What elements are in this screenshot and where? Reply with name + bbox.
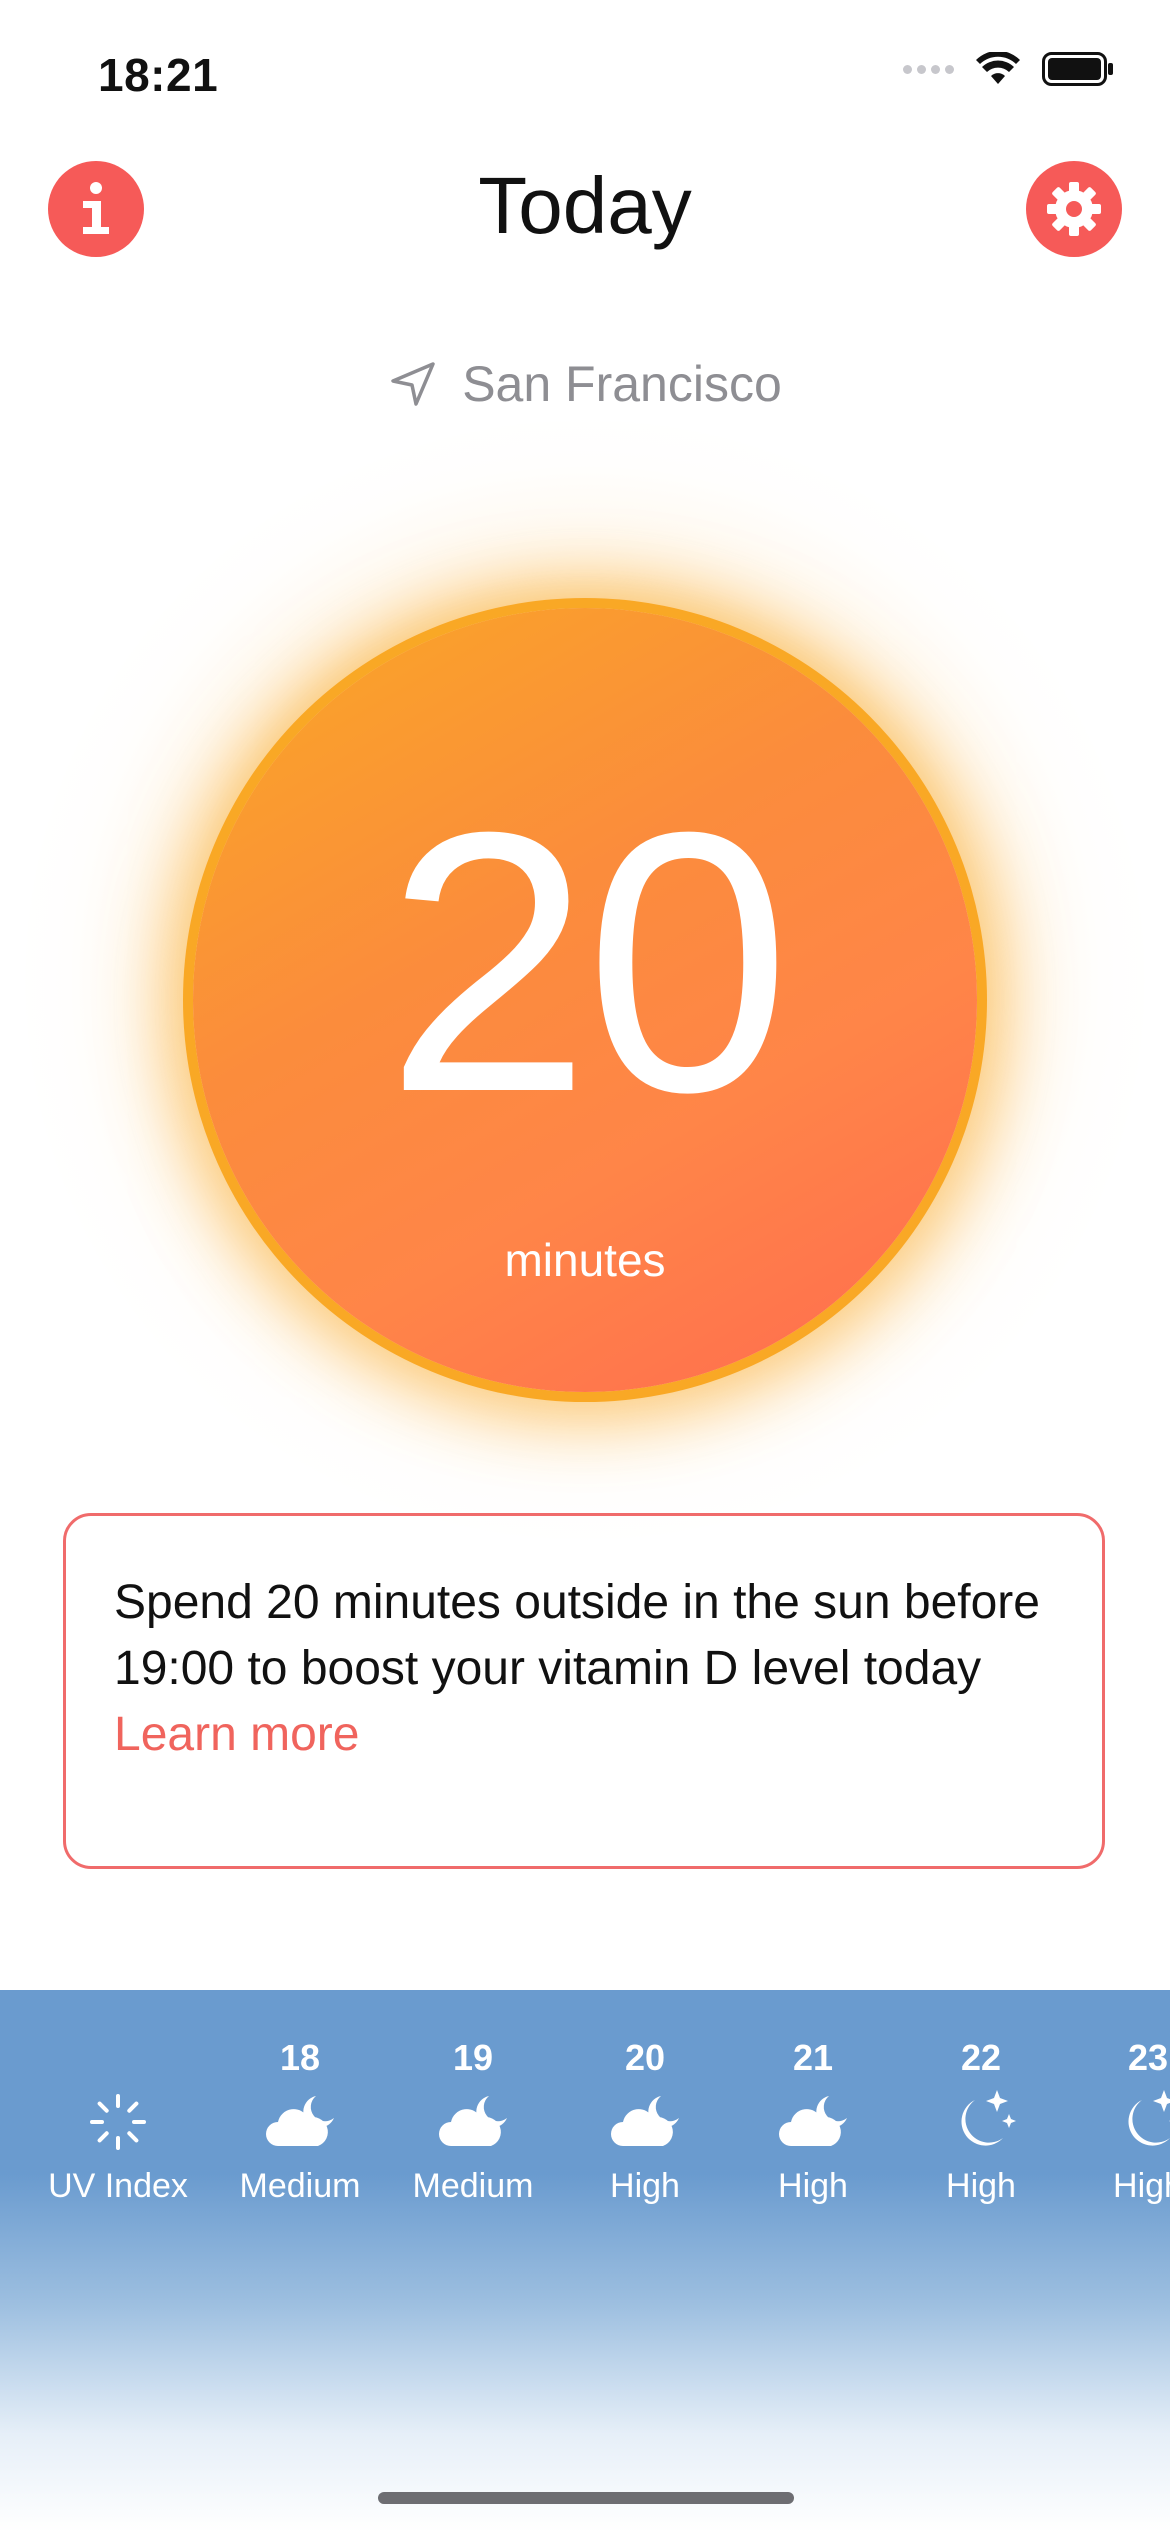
recommendation-text: Spend 20 minutes outside in the sun befo… bbox=[114, 1576, 1040, 1695]
forecast-column: 20 High bbox=[555, 2030, 735, 2208]
forecast-level: High bbox=[778, 2167, 848, 2205]
forecast-level: Medium bbox=[412, 2167, 534, 2205]
forecast-hour: 21 bbox=[792, 2037, 834, 2078]
page-title: Today bbox=[478, 161, 692, 250]
cellular-signal-icon bbox=[903, 64, 954, 74]
location-arrow-icon bbox=[391, 362, 435, 406]
minutes-value: 20 bbox=[385, 756, 791, 1169]
moon-stars-icon bbox=[891, 2086, 1071, 2158]
sun-outline-icon bbox=[28, 2086, 208, 2158]
forecast-column: 22 High bbox=[891, 2030, 1071, 2208]
minutes-label: minutes bbox=[504, 1234, 666, 1286]
status-time: 18:21 bbox=[98, 49, 219, 101]
forecast-column: 18 Medium bbox=[210, 2030, 390, 2208]
forecast-level: High bbox=[1113, 2167, 1170, 2205]
forecast-hour bbox=[28, 2030, 208, 2086]
cloud-moon-icon bbox=[210, 2086, 390, 2158]
sun-timer-circle: 20 minutes bbox=[193, 608, 977, 1392]
status-icons bbox=[903, 52, 1114, 86]
forecast-hour: 19 bbox=[452, 2037, 494, 2078]
forecast-column: 19 Medium bbox=[383, 2030, 563, 2208]
location-selector[interactable]: San Francisco bbox=[0, 355, 1170, 413]
wifi-icon bbox=[976, 52, 1020, 84]
home-indicator[interactable] bbox=[378, 2492, 794, 2504]
forecast-hour: 20 bbox=[624, 2037, 666, 2078]
forecast-hour: 22 bbox=[960, 2037, 1002, 2078]
uv-forecast-row[interactable]: UV Index 18 Medium 19 Medium 20 High 21 … bbox=[0, 2030, 1170, 2230]
forecast-column: 21 High bbox=[723, 2030, 903, 2208]
recommendation-card: Spend 20 minutes outside in the sun befo… bbox=[63, 1513, 1105, 1869]
status-bar: 18:21 bbox=[0, 0, 1170, 150]
forecast-hour: 23 bbox=[1127, 2037, 1169, 2078]
forecast-level: High bbox=[610, 2167, 680, 2205]
battery-icon bbox=[1042, 52, 1113, 86]
settings-button[interactable] bbox=[1026, 161, 1122, 257]
learn-more-link[interactable]: Learn more bbox=[114, 1702, 1054, 1768]
location-name: San Francisco bbox=[462, 356, 782, 412]
cloud-moon-icon bbox=[555, 2086, 735, 2158]
cloud-moon-icon bbox=[383, 2086, 563, 2158]
forecast-column-uv-index: UV Index bbox=[28, 2030, 208, 2208]
forecast-level: High bbox=[946, 2167, 1016, 2205]
forecast-column: 23 High bbox=[1058, 2030, 1170, 2208]
moon-stars-icon bbox=[1058, 2086, 1170, 2158]
uv-forecast-panel[interactable]: UV Index 18 Medium 19 Medium 20 High 21 … bbox=[0, 1990, 1170, 2532]
forecast-level: Medium bbox=[239, 2167, 361, 2205]
gear-icon bbox=[1047, 182, 1101, 236]
forecast-level: UV Index bbox=[48, 2167, 188, 2205]
forecast-hour: 18 bbox=[279, 2037, 321, 2078]
cloud-moon-icon bbox=[723, 2086, 903, 2158]
